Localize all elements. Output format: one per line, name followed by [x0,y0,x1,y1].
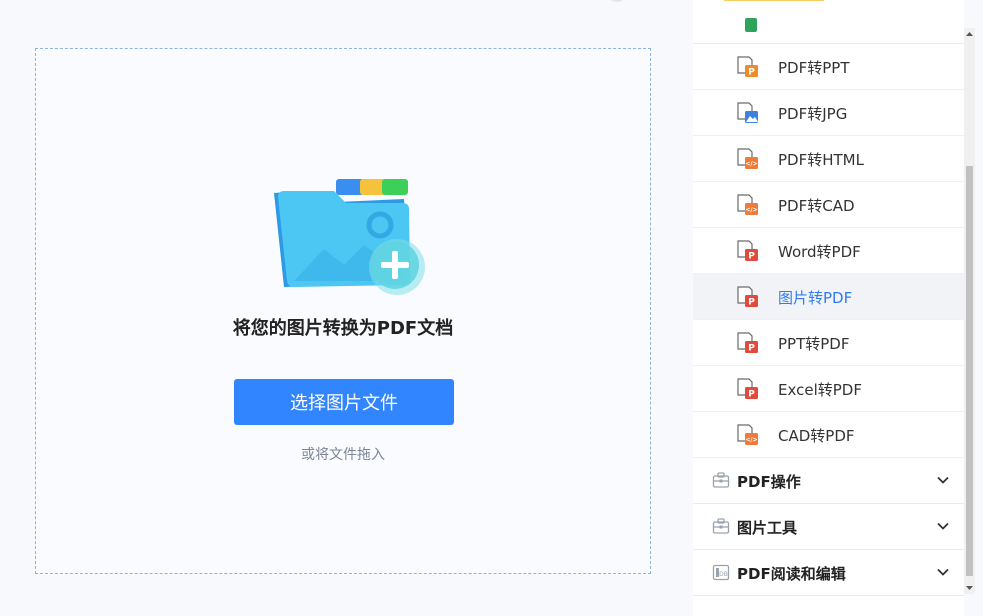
sidebar-item-partial[interactable] [693,0,964,44]
tool-sidebar: P PDF转PPT PDF转JPG </> PDF转HTML </> PDF转CAD P Wor… [693,0,964,616]
upload-title: 将您的图片转换为PDF文档 [232,318,454,339]
sidebar-item[interactable]: P Word转PDF [693,228,964,274]
excel-file-icon [745,18,757,32]
upload-dropzone[interactable]: 将您的图片转换为PDF文档 选择图片文件 或将文件拖入 [35,48,651,574]
svg-text:</>: </> [745,437,757,444]
pdf-to-ppt-file-icon: P [737,56,758,78]
svg-text:P: P [748,252,755,262]
sidebar-item-label: PDF转PPT [778,59,850,77]
cad-to-pdf-file-icon: </> [737,424,758,445]
sidebar-item[interactable]: PDF转JPG [693,90,964,136]
sidebar-item-label: PDF转JPG [778,105,848,123]
svg-text:P: P [748,68,755,78]
sidebar-section[interactable]: PDF操作 [693,458,964,504]
scrollbar-thumb[interactable] [966,166,973,576]
drag-hint-text: 或将文件拖入 [301,447,385,463]
sidebar-section-label: PDF阅读和编辑 [737,565,846,583]
sidebar-section-label: PDF操作 [737,473,801,491]
excel-to-pdf-file-icon: P [737,378,758,400]
sidebar-item[interactable]: P PPT转PDF [693,320,964,366]
sidebar-item-label: Word转PDF [778,243,861,261]
sidebar-item-label: PDF转CAD [778,197,855,215]
svg-text:P: P [748,344,755,354]
sidebar-item-label: CAD转PDF [778,427,855,445]
select-image-file-button[interactable]: 选择图片文件 [234,379,454,425]
sidebar-item-label: 图片转PDF [778,289,853,307]
svg-text:</>: </> [745,207,757,214]
chevron-down-icon[interactable] [936,519,950,533]
top-edge-fragment [610,0,624,2]
sidebar-item[interactable]: P PDF转PPT [693,44,964,90]
sidebar-section[interactable]: DB PDF阅读和编辑 [693,550,964,596]
highlight-bar [724,0,824,1]
svg-text:P: P [748,298,755,308]
chevron-down-icon[interactable] [936,565,950,579]
sidebar-item[interactable]: </> CAD转PDF [693,412,964,458]
sidebar-item[interactable]: P 图片转PDF [693,274,964,320]
image-to-pdf-file-icon: P [737,286,758,308]
scroll-down-arrow-icon[interactable] [964,582,975,594]
word-to-pdf-file-icon: P [737,240,758,262]
sidebar-scrollbar[interactable] [964,28,975,594]
reader-icon: DB [712,564,730,581]
pdf-to-cad-file-icon: </> [737,194,758,215]
sidebar-section[interactable]: 图片工具 [693,504,964,550]
pdf-to-html-file-icon: </> [737,148,758,169]
sidebar-item-label: Excel转PDF [778,381,862,399]
sidebar-section-label: 图片工具 [737,519,798,537]
sidebar-item[interactable]: </> PDF转CAD [693,182,964,228]
sidebar-item-label: PPT转PDF [778,335,850,353]
sidebar-item[interactable]: P Excel转PDF [693,366,964,412]
toolbox-icon [712,518,730,534]
scroll-up-arrow-icon[interactable] [964,28,975,40]
svg-text:</>: </> [745,161,757,168]
ppt-to-pdf-file-icon: P [737,332,758,354]
sidebar-item-label: PDF转HTML [778,151,864,169]
folder-add-icon [274,179,425,295]
pdf-to-jpg-file-icon [737,102,758,123]
svg-text:P: P [748,390,755,400]
toolbox-icon [712,472,730,488]
svg-text:DB: DB [719,571,728,578]
chevron-down-icon[interactable] [936,473,950,487]
sidebar-item[interactable]: </> PDF转HTML [693,136,964,182]
